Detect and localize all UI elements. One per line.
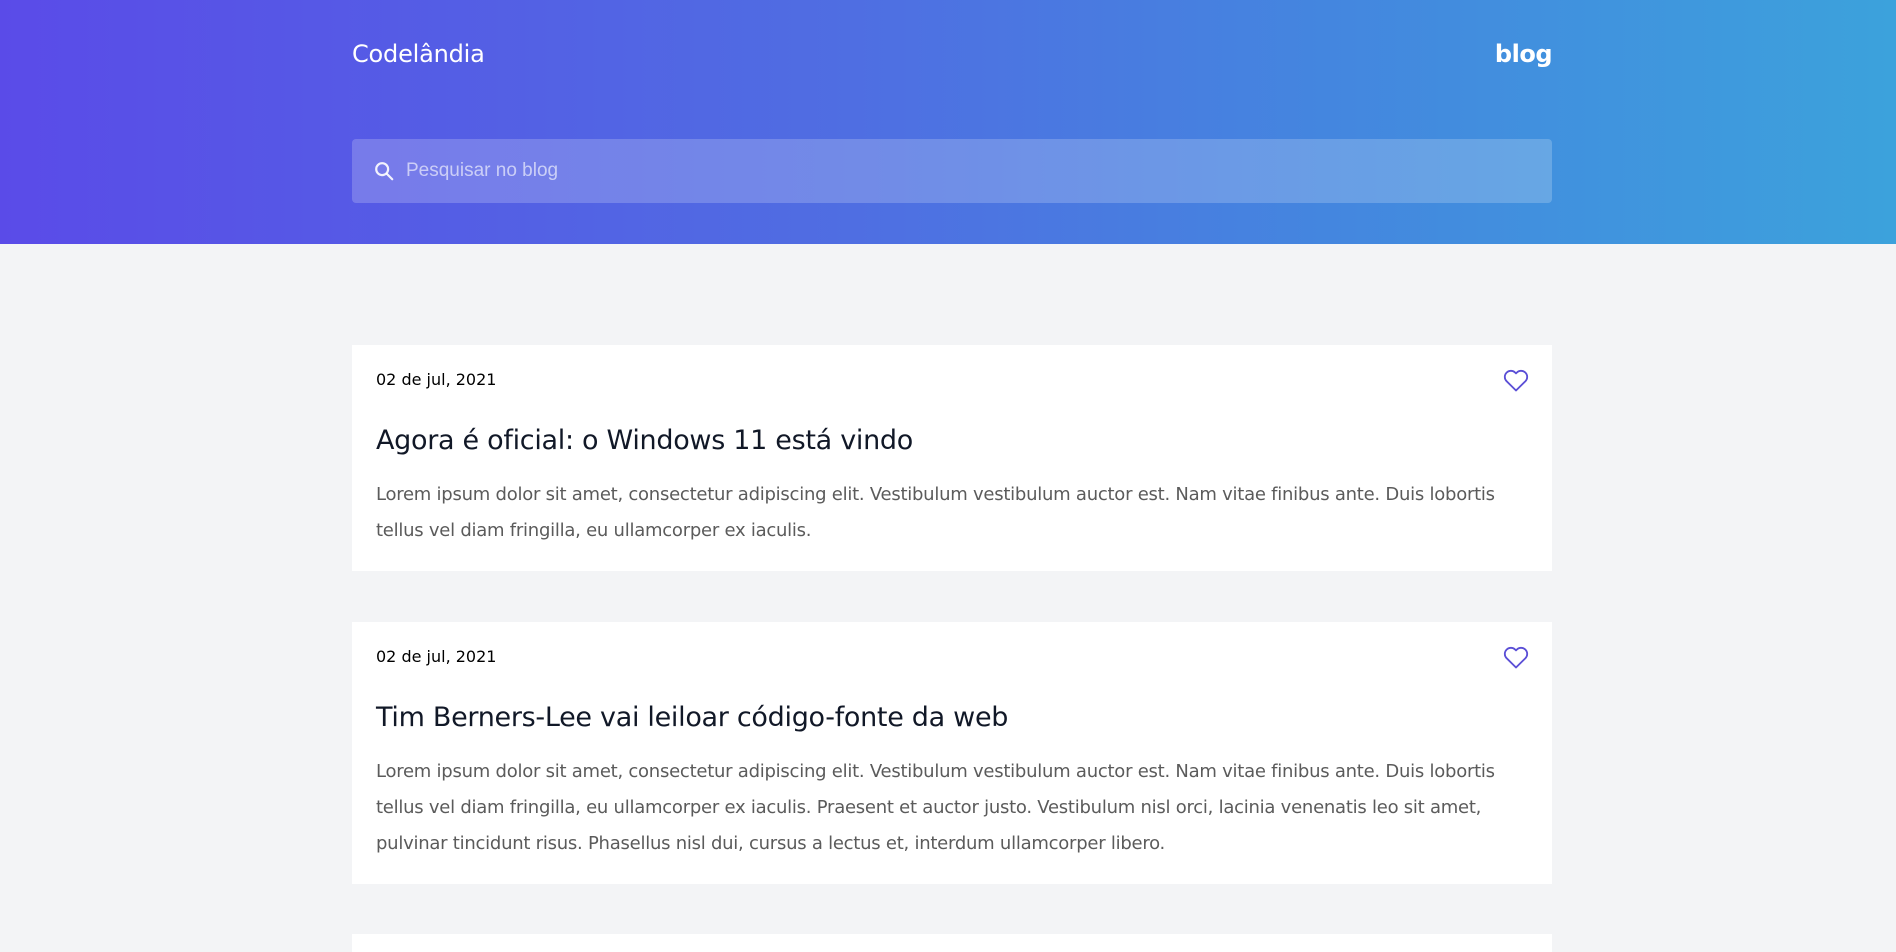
search-bar: [352, 139, 1552, 203]
heart-outline-icon[interactable]: [1503, 646, 1529, 670]
post-card: 02 de jul, 2021 Tim Berners-Lee vai leil…: [352, 622, 1552, 884]
post-card: [352, 934, 1552, 952]
site-logo[interactable]: Codelândia: [352, 40, 485, 68]
header-bar: Codelândia blog: [352, 36, 1553, 72]
post-excerpt: Lorem ipsum dolor sit amet, consectetur …: [376, 484, 1495, 541]
heart-outline-icon[interactable]: [1503, 369, 1529, 393]
post-title[interactable]: Agora é oficial: o Windows 11 está vindo: [376, 425, 913, 456]
post-excerpt: Lorem ipsum dolor sit amet, consectetur …: [376, 761, 1495, 854]
nav-blog-link[interactable]: blog: [1495, 40, 1553, 68]
post-card: 02 de jul, 2021 Agora é oficial: o Windo…: [352, 345, 1552, 571]
search-icon: [372, 159, 396, 183]
site-header: Codelândia blog: [0, 0, 1896, 244]
post-date: 02 de jul, 2021: [376, 370, 497, 389]
post-title[interactable]: Tim Berners-Lee vai leiloar código-fonte…: [376, 702, 1008, 733]
post-date: 02 de jul, 2021: [376, 647, 497, 666]
search-input[interactable]: [396, 139, 1552, 203]
